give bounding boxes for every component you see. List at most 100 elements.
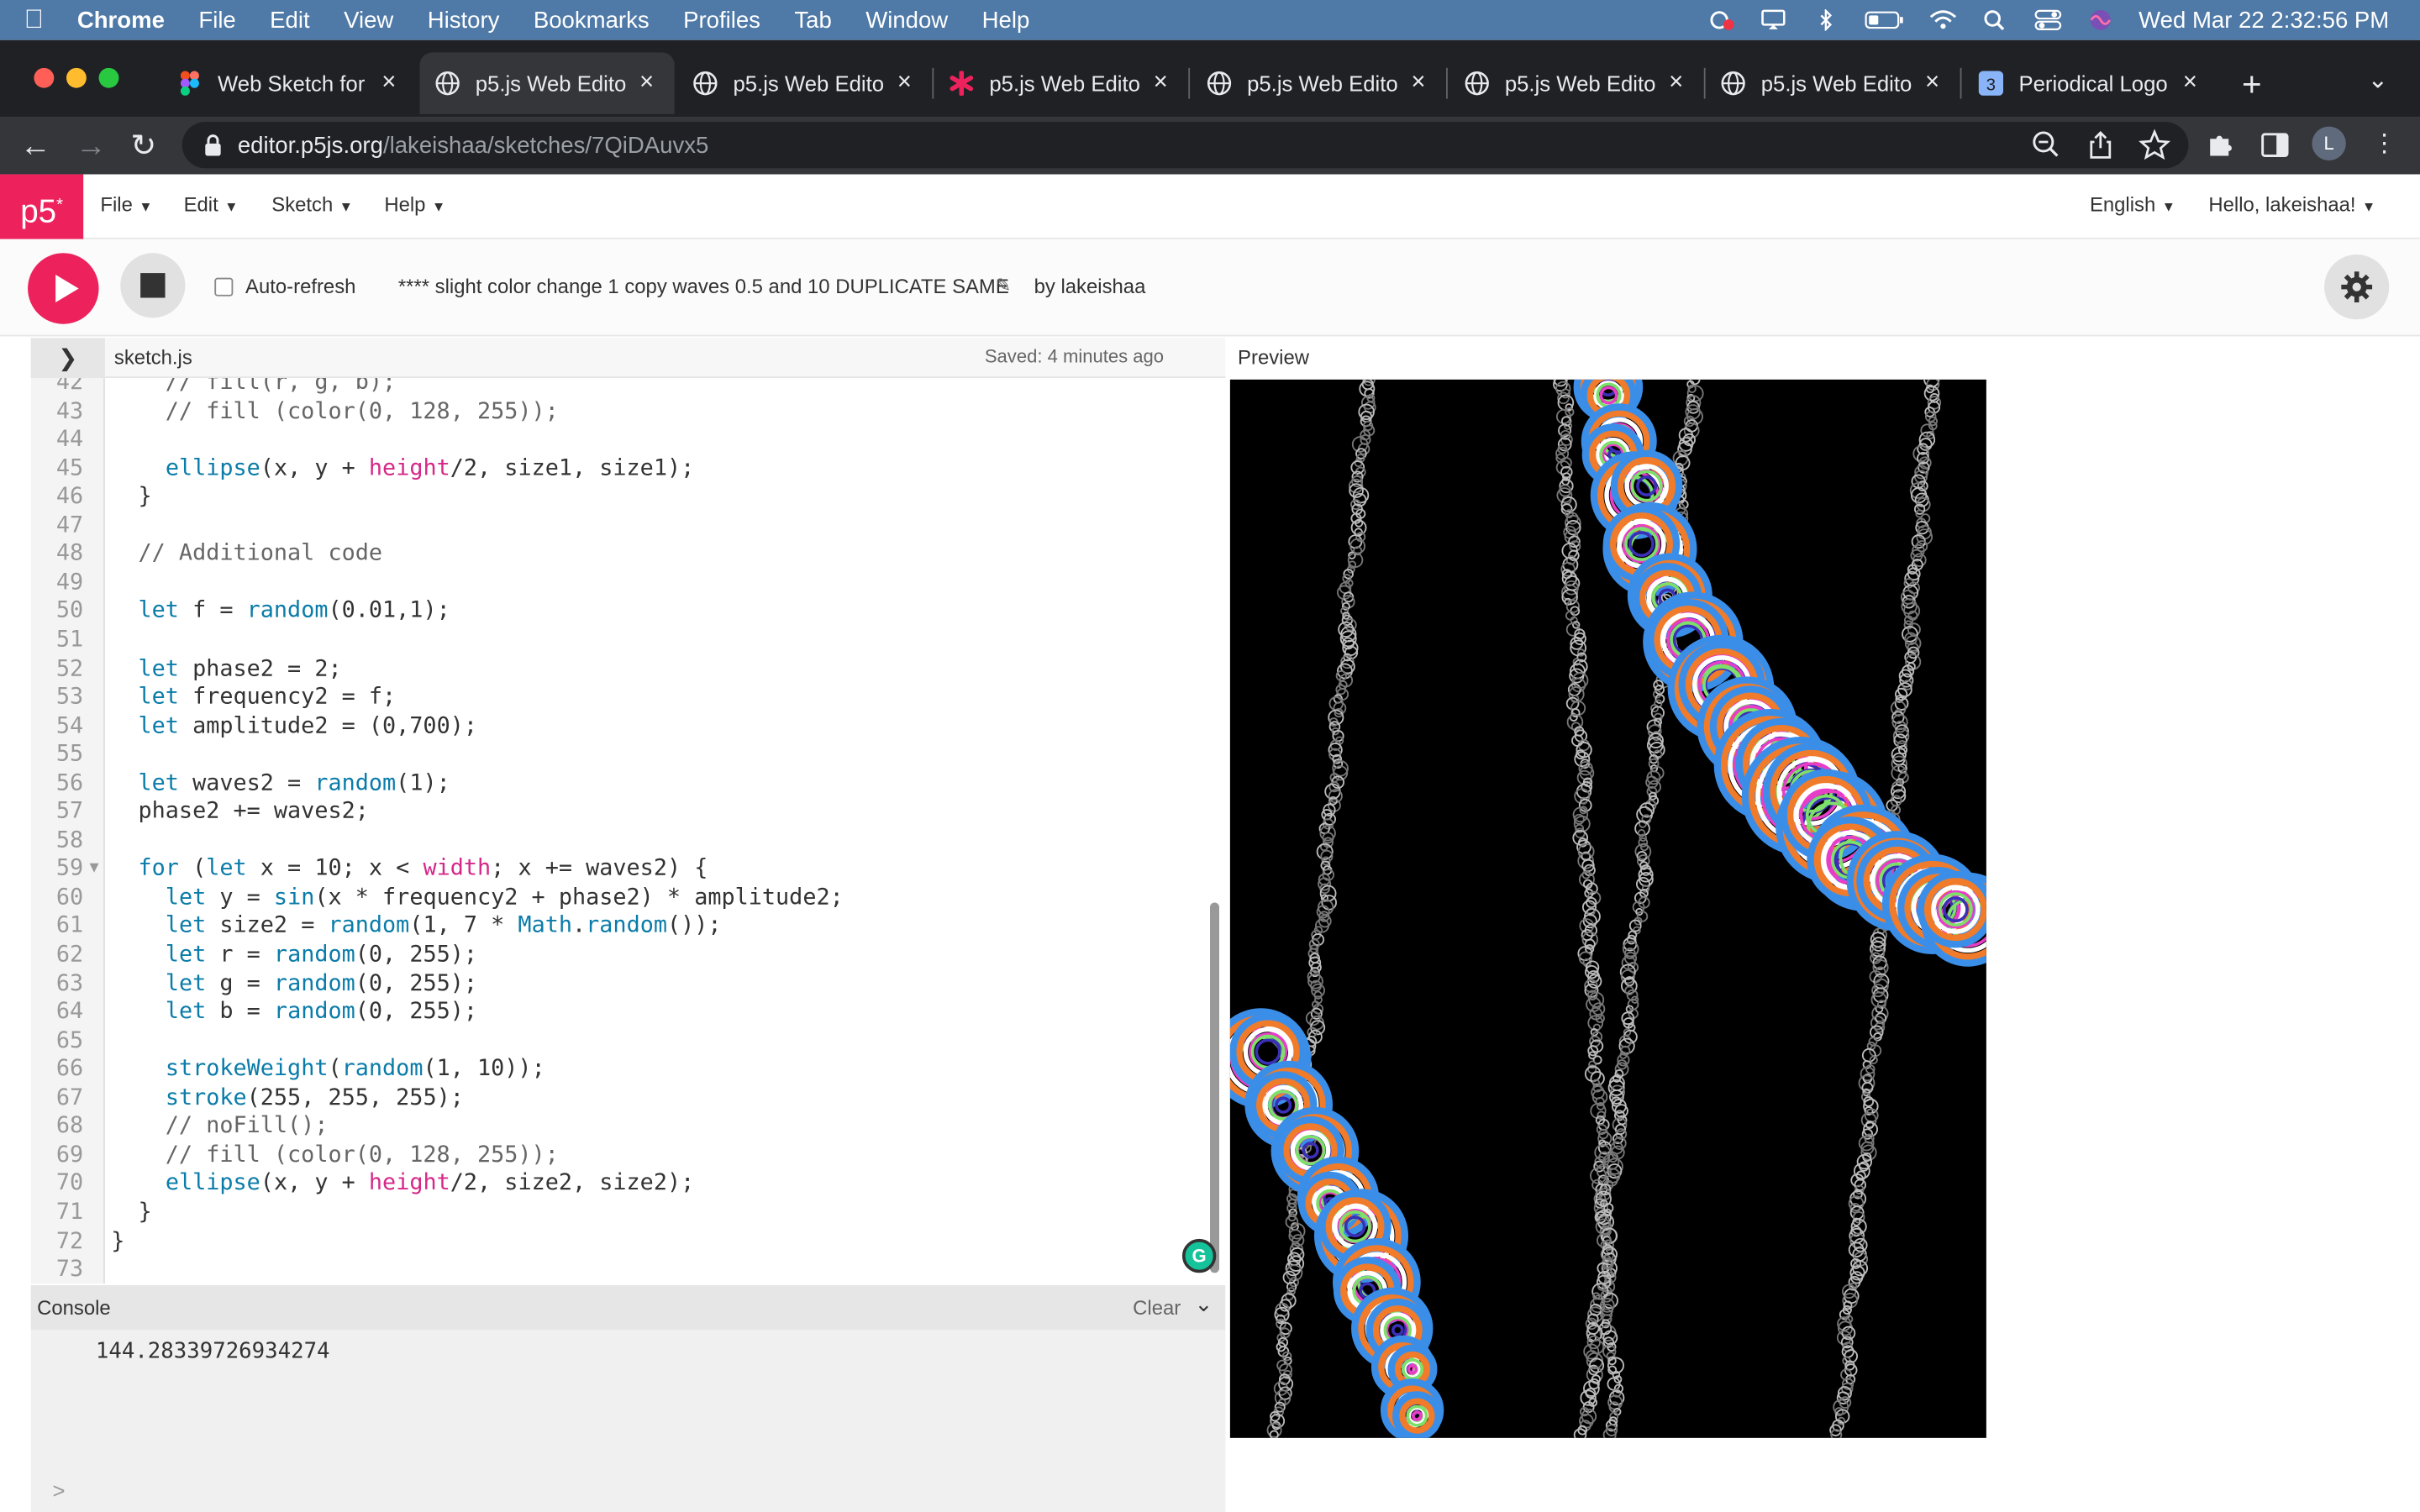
code-line[interactable]: 47: [31, 512, 1204, 540]
code-editor[interactable]: 42 // fill(r, g, b); 43 // fill (color(0,…: [30, 378, 1226, 1284]
browser-tab[interactable]: Web Sketch for ×: [162, 52, 417, 113]
bookmark-star-icon[interactable]: [2138, 128, 2171, 161]
code-line[interactable]: 68 // noFill();: [31, 1113, 1204, 1142]
spotlight-search-icon[interactable]: [1981, 9, 2009, 31]
code-line[interactable]: 71 }: [31, 1199, 1204, 1227]
code-line[interactable]: 53 let frequency2 = f;: [31, 684, 1204, 712]
kebab-menu-icon[interactable]: ⋮: [2368, 128, 2402, 161]
nav-menu-file[interactable]: File ▼: [100, 193, 152, 217]
code-line[interactable]: 56 let waves2 = random(1);: [31, 769, 1204, 798]
zoom-icon[interactable]: [2029, 128, 2063, 161]
close-tab-icon[interactable]: ×: [892, 70, 917, 97]
sketch-canvas[interactable]: [1229, 379, 1986, 1438]
editor-scrollbar[interactable]: [1210, 902, 1220, 1273]
new-tab-button[interactable]: +: [2235, 65, 2269, 105]
fold-arrow-icon[interactable]: ▼: [90, 855, 99, 884]
menubar-view[interactable]: View: [327, 7, 411, 33]
browser-tab[interactable]: p5.js Web Edito ×: [1706, 52, 1962, 113]
code-line[interactable]: 49: [31, 569, 1204, 597]
close-tab-icon[interactable]: ×: [2178, 70, 2202, 97]
nav-menu-sketch[interactable]: Sketch ▼: [271, 193, 353, 217]
code-line[interactable]: 50 let f = random(0.01,1);: [31, 598, 1204, 627]
code-line[interactable]: 67 stroke(255, 255, 255);: [31, 1084, 1204, 1113]
code-line[interactable]: 51: [31, 627, 1204, 655]
menubar-file[interactable]: File: [182, 7, 253, 33]
code-line[interactable]: 64 let b = random(0, 255);: [31, 999, 1204, 1027]
code-line[interactable]: 46 }: [31, 483, 1204, 512]
p5-logo[interactable]: p5*: [0, 174, 84, 239]
extensions-puzzle-icon[interactable]: [2204, 128, 2238, 161]
edit-pencil-icon[interactable]: ✎: [996, 275, 1011, 297]
code-line[interactable]: 73: [31, 1256, 1204, 1284]
menubar-edit[interactable]: Edit: [253, 7, 327, 33]
grammarly-icon[interactable]: G: [1181, 1238, 1217, 1273]
close-tab-icon[interactable]: ×: [634, 70, 659, 97]
minimize-window-button[interactable]: [66, 67, 87, 88]
browser-tab[interactable]: p5.js Web Edito ×: [934, 52, 1191, 113]
nav-menu-edit[interactable]: Edit ▼: [184, 193, 239, 217]
chevron-down-icon[interactable]: ⌄: [1195, 1291, 1213, 1317]
code-line[interactable]: 63 let g = random(0, 255);: [31, 969, 1204, 998]
browser-tab-active[interactable]: p5.js Web Edito ×: [419, 52, 675, 114]
code-line[interactable]: 62 let r = random(0, 255);: [31, 941, 1204, 969]
play-button[interactable]: [28, 253, 99, 324]
wifi-icon[interactable]: [1928, 9, 1956, 31]
console-clear-button[interactable]: Clear: [1133, 1296, 1181, 1320]
code-line[interactable]: 69 // fill (color(0, 128, 255));: [31, 1142, 1204, 1170]
language-selector[interactable]: English ▼: [2090, 193, 2175, 217]
menubar-help[interactable]: Help: [965, 7, 1046, 33]
console-prompt-icon[interactable]: >: [52, 1478, 65, 1503]
code-line[interactable]: 52 let phase2 = 2;: [31, 655, 1204, 684]
reload-icon[interactable]: ↻: [124, 127, 164, 167]
browser-tab[interactable]: p5.js Web Edito ×: [1449, 52, 1706, 113]
code-line[interactable]: 58: [31, 827, 1204, 855]
code-line[interactable]: 54 let amplitude2 = (0,700);: [31, 712, 1204, 741]
code-line[interactable]: 57 phase2 += waves2;: [31, 798, 1204, 827]
browser-tab[interactable]: p5.js Web Edito ×: [1192, 52, 1448, 113]
menubar-app-chrome[interactable]: Chrome: [68, 7, 182, 33]
airplay-display-icon[interactable]: [1759, 9, 1786, 31]
battery-icon[interactable]: [1864, 9, 1904, 31]
close-window-button[interactable]: [34, 67, 55, 88]
author-link[interactable]: lakeishaa: [1060, 275, 1145, 298]
auto-refresh-checkbox[interactable]: [214, 277, 234, 297]
apple-menu-icon[interactable]: : [0, 5, 68, 36]
code-line[interactable]: 48 // Additional code: [31, 540, 1204, 569]
code-line[interactable]: 61 let size2 = random(1, 7 * Math.random…: [31, 912, 1204, 941]
close-tab-icon[interactable]: ×: [1149, 70, 1173, 97]
close-tab-icon[interactable]: ×: [1406, 70, 1430, 97]
creative-cloud-icon[interactable]: [1707, 9, 1734, 31]
code-line[interactable]: 44: [31, 426, 1204, 454]
tab-search-chevron-icon[interactable]: ⌄: [2368, 65, 2389, 96]
code-line[interactable]: 59 ▼ for (let x = 10; x < width; x += wav…: [31, 855, 1204, 884]
bluetooth-icon[interactable]: [1812, 9, 1839, 31]
menubar-clock[interactable]: Wed Mar 22 2:32:56 PM: [2139, 7, 2389, 33]
lock-icon[interactable]: [203, 134, 222, 156]
code-line[interactable]: 72}: [31, 1227, 1204, 1256]
sidebar-toggle-button[interactable]: ❯: [30, 338, 105, 378]
menubar-window[interactable]: Window: [849, 7, 965, 33]
share-icon[interactable]: [2084, 128, 2118, 161]
menubar-history[interactable]: History: [411, 7, 517, 33]
side-panel-icon[interactable]: [2258, 128, 2291, 161]
close-tab-icon[interactable]: ×: [376, 70, 401, 97]
settings-button[interactable]: [2324, 255, 2390, 320]
code-line[interactable]: 42 // fill(r, g, b);: [31, 378, 1204, 397]
user-menu[interactable]: Hello, lakeishaa! ▼: [2208, 193, 2375, 217]
code-line[interactable]: 45 ellipse(x, y + height/2, size1, size1…: [31, 454, 1204, 483]
menubar-profiles[interactable]: Profiles: [666, 7, 777, 33]
browser-tab[interactable]: 3 Periodical Logo ×: [1963, 52, 2217, 113]
nav-menu-help[interactable]: Help ▼: [384, 193, 445, 217]
siri-icon[interactable]: [2086, 9, 2114, 31]
close-tab-icon[interactable]: ×: [1664, 70, 1688, 97]
code-line[interactable]: 66 strokeWeight(random(1, 10));: [31, 1056, 1204, 1084]
zoom-window-button[interactable]: [98, 67, 119, 88]
address-bar[interactable]: editor.p5js.org/lakeishaa/sketches/7QiDA…: [182, 122, 2189, 169]
back-arrow-icon[interactable]: ←: [15, 127, 55, 167]
control-center-icon[interactable]: [2033, 9, 2061, 31]
profile-avatar[interactable]: L: [2312, 126, 2346, 161]
code-line[interactable]: 55: [31, 741, 1204, 769]
stop-button[interactable]: [120, 253, 186, 318]
close-tab-icon[interactable]: ×: [1920, 70, 1944, 97]
code-line[interactable]: 60 let y = sin(x * frequency2 + phase2) …: [31, 884, 1204, 912]
